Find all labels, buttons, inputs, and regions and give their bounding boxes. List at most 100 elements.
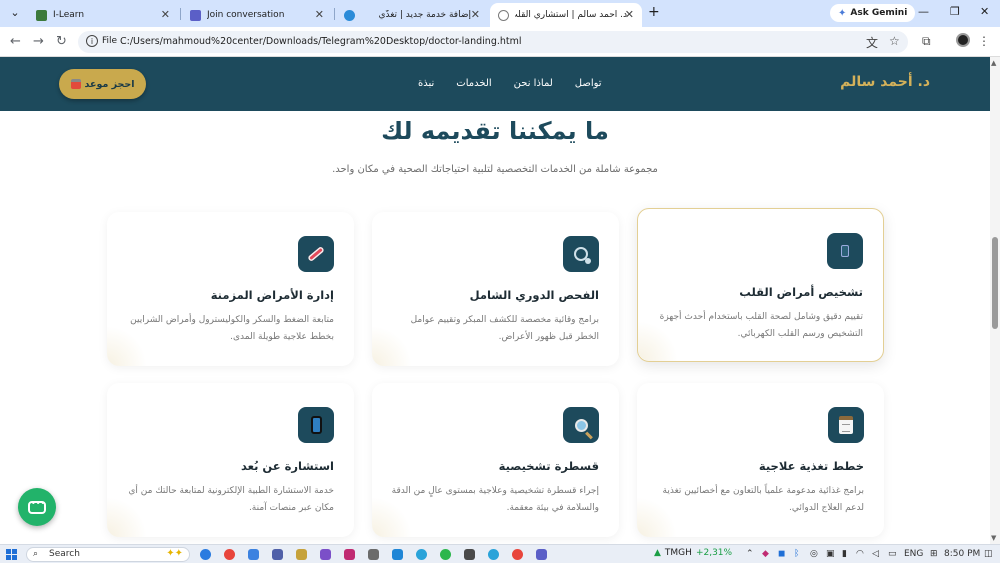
stock-change: +2,31% <box>695 548 733 558</box>
windows-taskbar: ⌕ Search ✦✦ ▲ TMGH +2,31% ⌃ ◆ ◼ ᛒ ◎ ▣ ▮ … <box>0 544 1000 563</box>
tab-close-icon[interactable]: ✕ <box>625 8 634 21</box>
extensions-puzzle-icon[interactable]: ⧉ <box>922 34 931 49</box>
service-card-teleconsultation[interactable]: استشارة عن بُعد خدمة الاستشارة الطبية ال… <box>107 383 354 537</box>
stock-widget[interactable]: ▲ TMGH +2,31% <box>654 548 732 558</box>
new-tab-plus-icon[interactable]: + <box>648 4 660 20</box>
microphone-icon[interactable]: ▮ <box>842 549 847 559</box>
reload-icon[interactable]: ↻ <box>56 34 67 49</box>
stethoscope-icon <box>563 236 599 272</box>
tab-favicon-icon <box>190 9 201 21</box>
tab-add-service[interactable]: إضافة خدمة جديد | تغذّي ✕ <box>336 3 488 27</box>
brand-name[interactable]: د. أحمد سالم <box>840 74 930 90</box>
service-card-title: إدارة الأمراض المزمنة <box>210 288 334 302</box>
tab-doctor-landing[interactable]: د. أحمد سالم | استشاري القلب والأ ✕ <box>490 3 642 27</box>
close-window-icon[interactable]: ✕ <box>980 5 989 18</box>
bluetooth-icon[interactable]: ᛒ <box>794 549 799 559</box>
service-card-title: خطط تغذية علاجية <box>758 459 864 473</box>
taskbar-search[interactable]: ⌕ Search ✦✦ <box>26 547 190 562</box>
tray-chevron-icon[interactable]: ⌃ <box>746 549 754 559</box>
url-text[interactable]: C:/Users/mahmoud%20center/Downloads/Tele… <box>120 36 522 47</box>
whatsapp-icon[interactable] <box>440 549 451 560</box>
service-card-title: استشارة عن بُعد <box>240 459 334 473</box>
ask-gemini-button[interactable]: ✦ Ask Gemini <box>830 4 916 22</box>
magnifier-icon <box>563 407 599 443</box>
service-card-catheterization[interactable]: قسطرة تشخيصية إجراء قسطرة تشخيصية وعلاجي… <box>372 383 619 537</box>
app-icon[interactable] <box>248 549 259 560</box>
service-card-title: الفحص الدوري الشامل <box>469 288 599 302</box>
ask-gemini-label: Ask Gemini <box>850 8 908 18</box>
app-icon[interactable] <box>272 549 283 560</box>
chat-button[interactable] <box>18 488 56 526</box>
language-indicator[interactable]: ENG <box>904 549 923 559</box>
nav-link-about[interactable]: نبذة <box>418 78 434 89</box>
app-icon[interactable] <box>368 549 379 560</box>
tray-app-icon[interactable]: ◆ <box>762 549 769 559</box>
telegram-icon[interactable] <box>416 549 427 560</box>
nav-link-services[interactable]: الخدمات <box>456 78 491 89</box>
clock-time[interactable]: 8:50 PM <box>944 549 980 559</box>
chrome-icon[interactable] <box>224 549 235 560</box>
tray-app-icon[interactable]: ▣ <box>826 549 835 559</box>
scroll-up-arrow-icon[interactable]: ▲ <box>991 59 996 67</box>
tab-join-conversation[interactable]: Join conversation ✕ <box>182 3 332 27</box>
tab-search-chevron-icon[interactable]: ⌄ <box>6 4 24 22</box>
tab-close-icon[interactable]: ✕ <box>161 8 170 21</box>
mobile-icon <box>298 407 334 443</box>
service-card-title: تشخيص أمراض القلب <box>739 285 863 299</box>
visual-studio-icon[interactable] <box>320 549 331 560</box>
minimize-icon[interactable]: — <box>918 5 929 18</box>
more-menu-icon[interactable]: ⋮ <box>978 34 990 48</box>
teams-icon[interactable] <box>536 549 547 560</box>
tab-label: إضافة خدمة جديد | تغذّي <box>378 10 471 20</box>
notification-icon[interactable]: ◫ <box>984 549 993 559</box>
service-card-nutrition[interactable]: خطط تغذية علاجية برامج غذائية مدعومة علم… <box>637 383 884 537</box>
forward-arrow-icon[interactable]: → <box>33 34 44 49</box>
main-nav: نبذة الخدمات لماذا نحن تواصل <box>418 78 602 89</box>
folder-icon[interactable] <box>296 549 307 560</box>
section-title: ما يمكننا تقديمه لك <box>381 117 609 145</box>
app-icon[interactable] <box>344 549 355 560</box>
nav-link-contact[interactable]: تواصل <box>575 78 602 89</box>
tray-grid-icon[interactable]: ⊞ <box>930 549 938 559</box>
tray-app-icon[interactable]: ◼ <box>778 549 785 559</box>
bookmark-star-icon[interactable]: ☆ <box>889 34 900 48</box>
scroll-down-arrow-icon[interactable]: ▼ <box>991 534 996 542</box>
back-arrow-icon[interactable]: ← <box>10 34 21 49</box>
service-card-cardiac-diagnosis[interactable]: تشخيص أمراض القلب تقييم دقيق وشامل لصحة … <box>637 208 884 362</box>
chrome-icon[interactable] <box>512 549 523 560</box>
restore-icon[interactable]: ❐ <box>950 5 960 18</box>
tab-ilearn[interactable]: I-Learn ✕ <box>28 3 178 27</box>
service-card-description: متابعة الضغط والسكر والكوليسترول وأمراض … <box>130 315 334 342</box>
site-header: د. أحمد سالم نبذة الخدمات لماذا نحن تواص… <box>0 57 990 111</box>
tab-label: Join conversation <box>207 10 285 20</box>
service-card-checkup[interactable]: الفحص الدوري الشامل برامج وقائية مخصصة ل… <box>372 212 619 366</box>
tab-divider <box>334 8 335 20</box>
edge-icon[interactable] <box>200 549 211 560</box>
service-card-description: تقييم دقيق وشامل لصحة القلب باستخدام أحد… <box>659 312 863 339</box>
telegram-icon[interactable] <box>488 549 499 560</box>
tab-favicon-icon <box>498 9 509 21</box>
browser-tab-strip: ⌄ I-Learn ✕ Join conversation ✕ إضافة خد… <box>0 0 1000 27</box>
cta-label: احجز موعد <box>84 78 135 90</box>
nav-link-why-us[interactable]: لماذا نحن <box>514 78 553 89</box>
vscode-icon[interactable] <box>392 549 403 560</box>
address-bar[interactable]: i File C:/Users/mahmoud%20center/Downloa… <box>78 31 908 53</box>
service-card-chronic-care[interactable]: إدارة الأمراض المزمنة متابعة الضغط والسك… <box>107 212 354 366</box>
clipboard-icon <box>828 407 864 443</box>
tab-close-icon[interactable]: ✕ <box>471 8 480 21</box>
tray-app-icon[interactable]: ◎ <box>810 549 818 559</box>
volume-icon[interactable]: ◁ <box>872 549 879 559</box>
protocol-chip[interactable]: File <box>102 36 117 46</box>
scrollbar-thumb[interactable] <box>992 237 998 329</box>
wifi-icon[interactable]: ◠ <box>856 549 864 559</box>
profile-avatar[interactable] <box>956 33 970 47</box>
tab-close-icon[interactable]: ✕ <box>315 8 324 21</box>
translate-icon[interactable]: 文 <box>866 34 878 51</box>
battery-icon[interactable]: ▭ <box>888 549 897 559</box>
site-info-icon[interactable]: i <box>86 35 98 47</box>
windows-start-icon[interactable] <box>6 549 17 560</box>
service-card-description: برامج وقائية مخصصة للكشف المبكر وتقييم ع… <box>410 315 599 342</box>
book-appointment-button[interactable]: احجز موعد <box>59 69 146 99</box>
app-icon[interactable] <box>464 549 475 560</box>
page-scrollbar[interactable]: ▲ ▼ <box>990 57 1000 544</box>
